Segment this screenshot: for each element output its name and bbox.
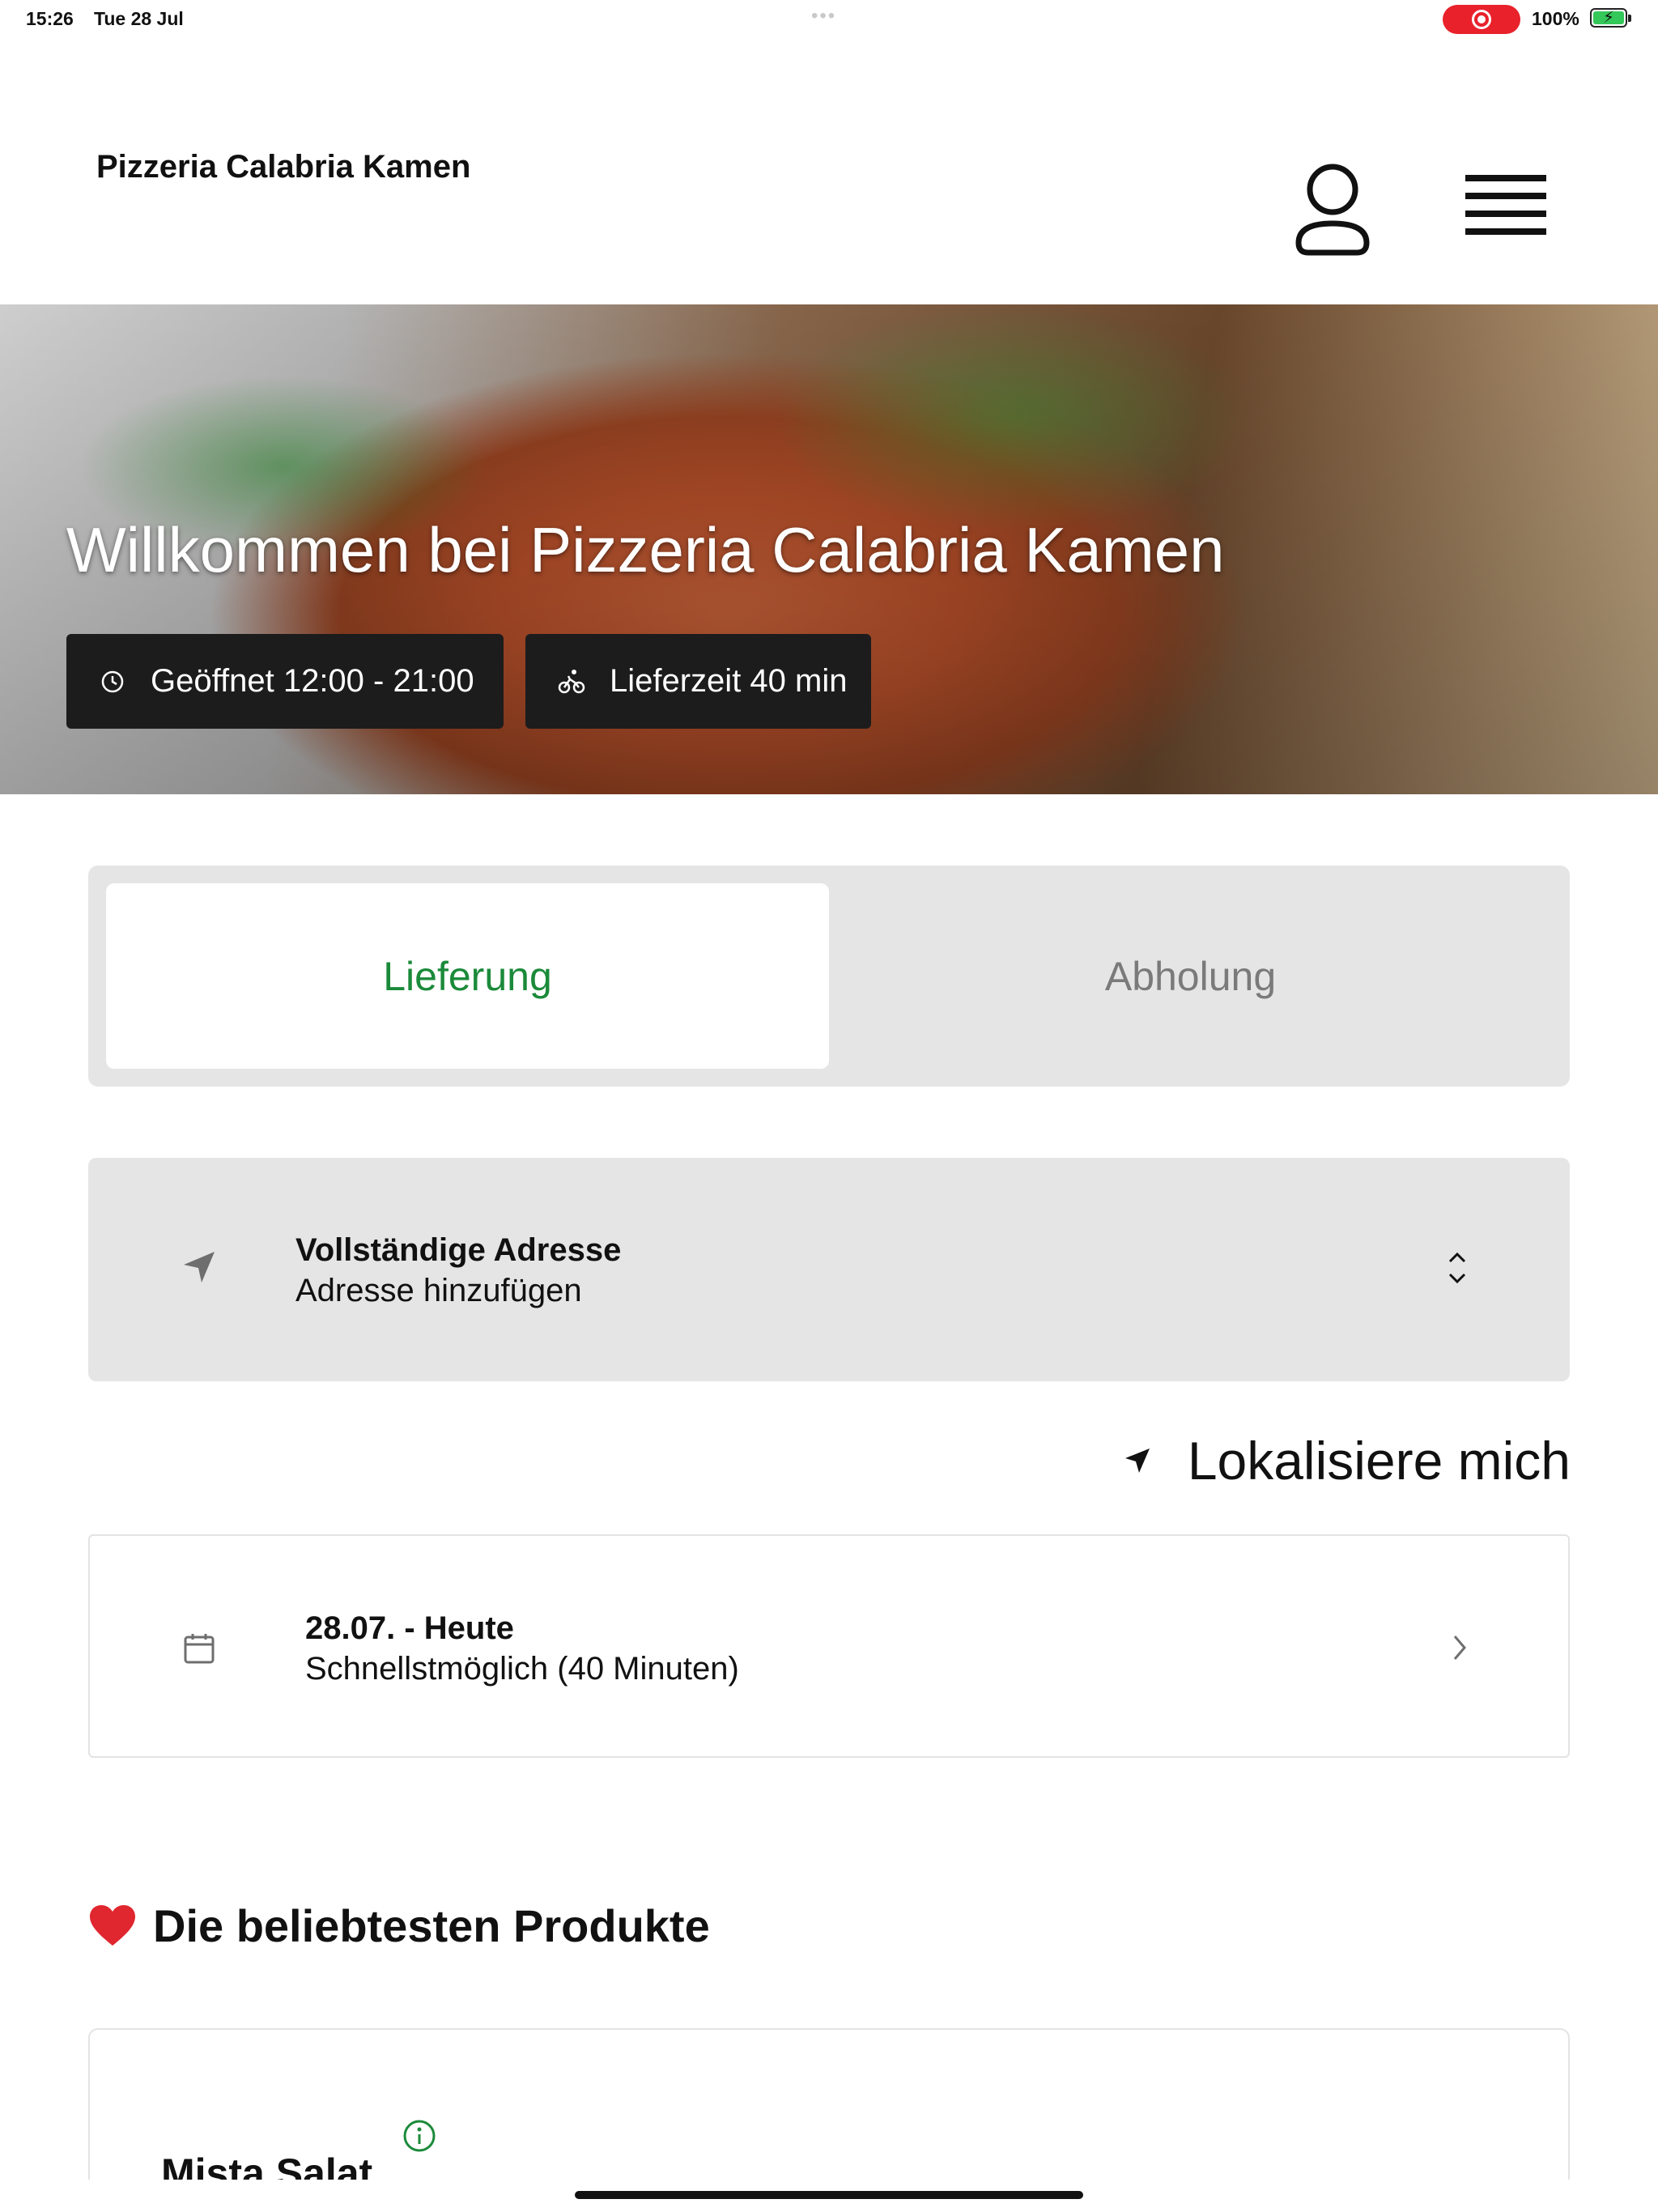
home-indicator[interactable] [575, 2191, 1083, 2199]
delivery-time-selector[interactable]: 28.07. - Heute Schnellstmöglich (40 Minu… [88, 1534, 1570, 1758]
heart-icon [90, 1904, 135, 1946]
screen-recording-indicator[interactable] [1443, 5, 1520, 34]
opening-hours-text: Geöffnet 12:00 - 21:00 [151, 663, 474, 699]
chevron-up-down-icon [1448, 1252, 1466, 1284]
delivery-date: 28.07. - Heute [305, 1610, 514, 1646]
header: Pizzeria Calabria Kamen [0, 39, 1658, 304]
user-icon [1295, 164, 1370, 256]
address-title: Vollständige Adresse [295, 1232, 622, 1268]
info-icon[interactable] [402, 2119, 436, 2153]
status-time: 15:26 [26, 8, 74, 29]
tab-pickup[interactable]: Abholung [829, 883, 1552, 1069]
battery-percentage: 100% [1532, 8, 1579, 29]
delivery-time-badge: Lieferzeit 40 min [525, 634, 871, 729]
address-placeholder: Adresse hinzufügen [295, 1273, 582, 1308]
status-date: Tue 28 Jul [94, 8, 184, 29]
hamburger-menu-icon [1465, 175, 1546, 235]
brand-name[interactable]: Pizzeria Calabria Kamen [96, 149, 470, 185]
battery-icon: ⚡ [1590, 8, 1631, 28]
menu-button[interactable] [1465, 175, 1546, 248]
clock-icon [99, 668, 126, 696]
locate-me-label: Lokalisiere mich [1187, 1431, 1571, 1491]
status-bar: 15:26 Tue 28 Jul ••• 100% ⚡ [0, 0, 1658, 39]
location-arrow-icon [184, 1252, 215, 1283]
record-icon [1472, 10, 1491, 29]
hero-banner: Willkommen bei Pizzeria Calabria Kamen G… [0, 304, 1658, 794]
calendar-icon [184, 1634, 215, 1664]
multitasking-dots-icon[interactable]: ••• [811, 5, 836, 28]
location-arrow-icon [1124, 1448, 1150, 1473]
delivery-option: Schnellstmöglich (40 Minuten) [305, 1651, 739, 1687]
opening-hours-badge: Geöffnet 12:00 - 21:00 [66, 634, 504, 729]
locate-me-button[interactable]: Lokalisiere mich [1109, 1427, 1571, 1495]
popular-products-title: Die beliebtesten Produkte [153, 1900, 710, 1951]
address-selector[interactable]: Vollständige Adresse Adresse hinzufügen [88, 1158, 1570, 1381]
chevron-right-icon [1453, 1636, 1466, 1660]
order-mode-toggle: Lieferung Abholung [88, 866, 1570, 1087]
hero-title: Willkommen bei Pizzeria Calabria Kamen [66, 514, 1225, 585]
profile-button[interactable] [1292, 162, 1373, 259]
tab-delivery[interactable]: Lieferung [106, 883, 829, 1069]
bicycle-icon [558, 668, 585, 696]
popular-products-heading: Die beliebtesten Produkte [88, 1899, 710, 1952]
delivery-time-text: Lieferzeit 40 min [610, 663, 848, 699]
